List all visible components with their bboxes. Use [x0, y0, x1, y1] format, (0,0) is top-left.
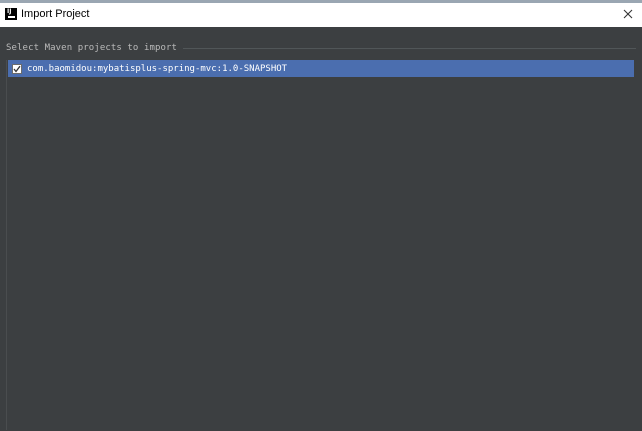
close-icon[interactable]	[620, 6, 636, 22]
project-label: com.baomidou:mybatisplus-spring-mvc:1.0-…	[27, 63, 288, 74]
section-label: Select Maven projects to import	[6, 43, 178, 53]
section-divider	[183, 47, 636, 49]
list-item[interactable]: com.baomidou:mybatisplus-spring-mvc:1.0-…	[8, 60, 634, 77]
projects-list[interactable]: com.baomidou:mybatisplus-spring-mvc:1.0-…	[6, 60, 634, 430]
project-checkbox[interactable]	[12, 63, 22, 74]
checkmark-icon	[13, 65, 21, 73]
intellij-icon: IJ	[5, 8, 17, 20]
import-project-dialog: IJ Import Project Select Maven projects …	[0, 0, 642, 431]
window-title: Import Project	[21, 8, 90, 20]
title-bar: IJ Import Project	[0, 3, 642, 27]
dialog-content: Select Maven projects to import com.baom…	[0, 27, 642, 431]
section-header: Select Maven projects to import	[6, 41, 636, 55]
